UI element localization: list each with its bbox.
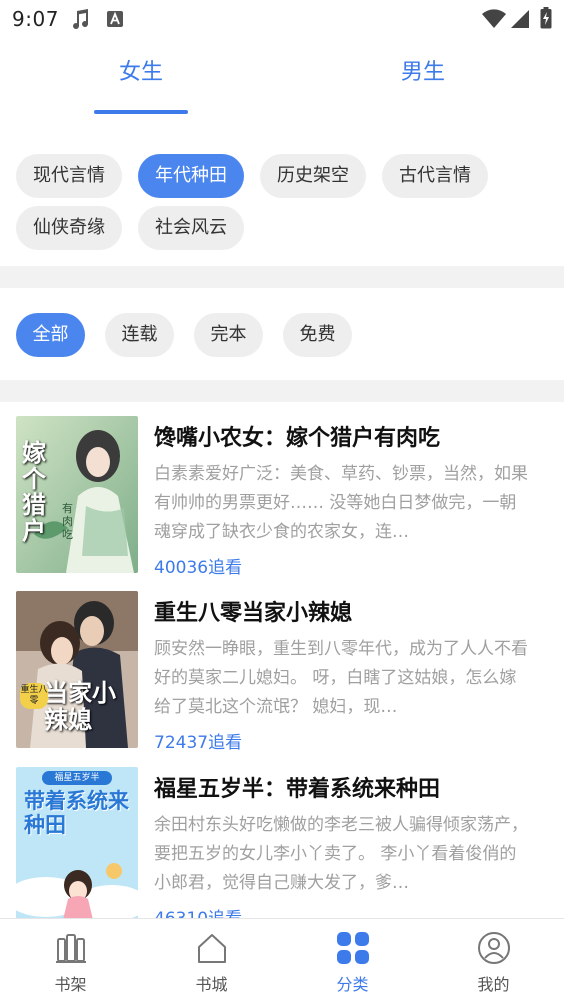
genre-chip-era-farming[interactable]: 年代种田 [138,154,244,198]
tab-male[interactable]: 男生 [353,54,493,86]
book-item[interactable]: 嫁个猎户 有肉吃 馋嘴小农女：嫁个猎户有肉吃 白素素爱好广泛：美食、草药、钞票，… [16,416,548,578]
genre-chip-modern-romance[interactable]: 现代言情 [16,154,122,198]
signal-icon [510,9,530,33]
nav-label: 书城 [195,975,228,994]
filter-chip-all[interactable]: 全部 [16,313,85,357]
home-icon [195,931,229,969]
genre-chip-ancient-romance[interactable]: 古代言情 [382,154,488,198]
gender-tabs: 女生 男生 [0,38,564,118]
book-follow-count: 40036追看 [154,558,243,578]
book-cover[interactable]: 带着系统来种田 福星五岁半 [16,767,138,924]
nav-category[interactable]: 分类 [282,919,423,1004]
nav-profile[interactable]: 我的 [423,919,564,1004]
tab-female[interactable]: 女生 [71,54,211,86]
genre-chip-xianxia[interactable]: 仙侠奇缘 [16,206,122,250]
book-title: 重生八零当家小辣媳 [154,601,353,626]
wifi-icon [482,9,506,33]
genre-chip-society[interactable]: 社会风云 [138,206,244,250]
book-follow-count: 72437追看 [154,733,243,753]
bottom-nav: 书架 书城 分类 我的 [0,918,564,1004]
cover-title-sub: 福星五岁半 [42,771,112,785]
profile-icon [477,931,511,969]
filter-chip-free[interactable]: 免费 [283,313,352,357]
battery-charging-icon [540,7,552,33]
nav-bookstore[interactable]: 书城 [141,919,282,1004]
book-title: 馋嘴小农女：嫁个猎户有肉吃 [154,426,441,451]
cover-title-main: 带着系统来种田 [24,789,129,837]
active-tab-indicator [94,110,188,114]
book-cover[interactable]: 当家小辣媳 重生八零 [16,591,138,748]
cover-title-main: 嫁个猎户 [22,438,46,545]
bookshelf-icon [54,931,88,969]
cover-title-sub: 重生八零 [20,683,48,709]
cover-title-sub: 有肉吃 [62,502,73,541]
music-note-icon [68,8,92,36]
section-divider [0,380,564,402]
book-description: 余田村东头好吃懒做的李老三被人骗得倾家荡产，要把五岁的女儿李小丫卖了。 李小丫看… [154,815,528,893]
filter-chip-ongoing[interactable]: 连载 [105,313,174,357]
nav-label: 书架 [54,975,87,994]
nav-bookshelf[interactable]: 书架 [0,919,141,1004]
book-title: 福星五岁半：带着系统来种田 [154,777,441,802]
book-description: 顾安然一睁眼，重生到八零年代，成为了人人不看好的莫家二儿媳妇。 呀，白瞎了这姑娘… [154,639,528,717]
book-item[interactable]: 带着系统来种田 福星五岁半 福星五岁半：带着系统来种田 余田村东头好吃懒做的李老… [16,767,548,929]
nav-label: 我的 [477,975,510,994]
status-bar: 9:07 [0,0,564,38]
category-icon [336,931,370,969]
book-item[interactable]: 当家小辣媳 重生八零 重生八零当家小辣媳 顾安然一睁眼，重生到八零年代，成为了人… [16,591,548,753]
book-description: 白素素爱好广泛：美食、草药、钞票，当然，如果有帅帅的男票更好…… 没等她白日梦做… [154,464,528,542]
notification-a-icon [106,10,124,32]
section-divider [0,266,564,288]
book-cover[interactable]: 嫁个猎户 有肉吃 [16,416,138,573]
cover-title-main: 当家小辣媳 [44,678,116,734]
genre-chip-alt-history[interactable]: 历史架空 [260,154,366,198]
status-time: 9:07 [12,7,59,31]
nav-label: 分类 [336,975,369,994]
filter-chip-completed[interactable]: 完本 [194,313,263,357]
